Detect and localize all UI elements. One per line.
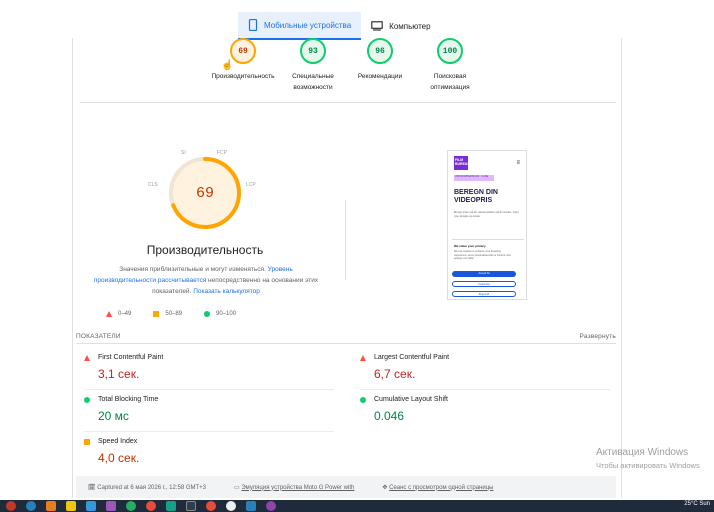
desktop-icon: [371, 21, 383, 31]
device-tabs: Мобильные устройства Компьютер: [238, 12, 458, 40]
pass-circle-icon: [360, 396, 366, 403]
category-label: Производительность: [211, 73, 275, 80]
calculator-link[interactable]: Показать калькулятор: [193, 288, 260, 295]
performance-title: Производительность: [146, 243, 264, 257]
tray-weather[interactable]: 25°C Sun: [684, 501, 710, 507]
app-icon[interactable]: [126, 501, 136, 511]
category-gauges: 69 Производительность 93 Специальные возм…: [200, 38, 490, 98]
app-icon[interactable]: [106, 501, 116, 511]
preview-customise-button: Customise: [452, 281, 516, 287]
metric-lcp: Largest Contentful Paint 6,7 сек.: [360, 354, 610, 381]
session-info: ✥ Сеанс с просмотром одной страницы: [382, 484, 494, 491]
metrics-title: ПОКАЗАТЕЛИ: [76, 333, 121, 340]
folder-icon[interactable]: [66, 501, 76, 511]
metric-cls: Cumulative Layout Shift 0.046: [360, 396, 610, 423]
score-ring: 93: [300, 38, 326, 64]
app-icon[interactable]: [86, 501, 96, 511]
page-screenshot-preview: FILM BUREAU ≡ VIRKSOMHEDSFILM · CASE BER…: [447, 150, 527, 300]
browser-icon[interactable]: [26, 501, 36, 511]
metric-tbt: Total Blocking Time 20 мс: [84, 396, 334, 423]
fail-triangle-icon: [84, 354, 90, 361]
tab-desktop[interactable]: Компьютер: [361, 12, 440, 40]
performance-score: 69: [195, 184, 214, 202]
windows-activation-watermark: Активация Windows Чтобы активировать Win…: [596, 447, 700, 470]
expand-button[interactable]: Развернуть: [580, 333, 616, 340]
category-label: оптимизация: [430, 84, 470, 91]
score-ring: 100: [437, 38, 463, 64]
phone-icon: [248, 19, 258, 31]
metric-tag-lcp: LCP: [246, 182, 256, 188]
preview-accept-button: Accept All: [452, 271, 516, 277]
app-icon[interactable]: [166, 501, 176, 511]
legend-item-fail: 0–49: [106, 311, 131, 317]
category-performance[interactable]: 69 Производительность: [203, 38, 283, 82]
category-label: Рекомендации: [357, 73, 403, 80]
preview-cookie-banner: We value your privacy We use cookies to …: [452, 239, 524, 297]
category-label: Поисковая: [433, 73, 467, 80]
fail-triangle-icon: [360, 354, 366, 361]
circle-icon: [204, 311, 211, 317]
metric-value: 4,0 сек.: [98, 451, 140, 465]
divider: [84, 389, 334, 390]
metric-value: 3,1 сек.: [98, 367, 140, 381]
preview-headline: BEREGN DIN VIDEOPRIS: [454, 189, 498, 204]
runtime-settings-bar: 🗓 Captured at 6 мая 2026 г., 12:58 GMT+3…: [76, 476, 616, 498]
triangle-icon: [106, 311, 112, 317]
performance-description: Значения приблизительные и могут изменят…: [93, 266, 319, 295]
metric-fcp: First Contentful Paint 3,1 сек.: [84, 354, 334, 381]
divider: [80, 102, 616, 103]
mouse-cursor-icon: ☝: [221, 60, 234, 71]
metrics-header: ПОКАЗАТЕЛИ Развернуть: [76, 333, 616, 340]
divider: [345, 200, 346, 280]
app-icon[interactable]: [46, 501, 56, 511]
tab-mobile[interactable]: Мобильные устройства: [238, 12, 362, 40]
metric-value: 20 мс: [98, 409, 129, 423]
preview-highlight: VIRKSOMHEDSFILM · CASE: [454, 175, 494, 181]
gear-icon[interactable]: [226, 501, 236, 511]
metric-value: 0.046: [374, 409, 405, 423]
app-icon[interactable]: [186, 501, 196, 511]
average-square-icon: [84, 438, 90, 445]
chrome-icon[interactable]: [146, 501, 156, 511]
score-ring: 69: [230, 38, 256, 64]
divider: [76, 343, 616, 344]
captured-at: 🗓 Captured at 6 мая 2026 г., 12:58 GMT+3: [88, 484, 207, 491]
windows-taskbar: 25°C Sun: [0, 500, 714, 512]
divider: [84, 431, 334, 432]
score-ring: 96: [367, 38, 393, 64]
category-label: возможности: [293, 84, 333, 91]
metric-speed-index: Speed Index 4,0 сек.: [84, 438, 334, 465]
category-seo[interactable]: 100 Поисковая оптимизация: [410, 38, 490, 93]
tab-desktop-label: Компьютер: [389, 21, 431, 31]
metric-tag-si: SI: [181, 150, 186, 156]
app-icon[interactable]: [206, 501, 216, 511]
start-icon[interactable]: [6, 501, 16, 511]
tab-mobile-label: Мобильные устройства: [264, 20, 352, 30]
legend-item-pass: 90–100: [204, 311, 236, 317]
category-label: Специальные: [292, 73, 334, 80]
divider: [360, 389, 610, 390]
metric-tag-cls: CLS: [148, 182, 158, 188]
pass-circle-icon: [84, 396, 90, 403]
metric-tag-fcp: FCP: [217, 150, 227, 156]
score-legend: 0–49 50–89 90–100: [106, 311, 306, 317]
preview-logo: FILM BUREAU: [454, 156, 470, 170]
preview-reject-button: Reject All: [452, 291, 516, 297]
emulation-info[interactable]: ▭ Эмуляция устройства Moto G Power with: [234, 484, 354, 491]
category-best-practices[interactable]: 96 Рекомендации: [340, 38, 420, 82]
app-icon[interactable]: [266, 501, 276, 511]
square-icon: [153, 311, 160, 317]
pagespeed-report: Мобильные устройства Компьютер 69 Произв…: [0, 0, 714, 512]
performance-gauge: 69 SI FCP LCP CLS: [148, 148, 256, 238]
metric-value: 6,7 сек.: [374, 367, 416, 381]
legend-item-average: 50–89: [153, 311, 182, 317]
vscode-icon[interactable]: [246, 501, 256, 511]
menu-icon: ≡: [516, 160, 520, 166]
preview-body: Beregn prisen på din videoproduktion på …: [454, 211, 519, 218]
